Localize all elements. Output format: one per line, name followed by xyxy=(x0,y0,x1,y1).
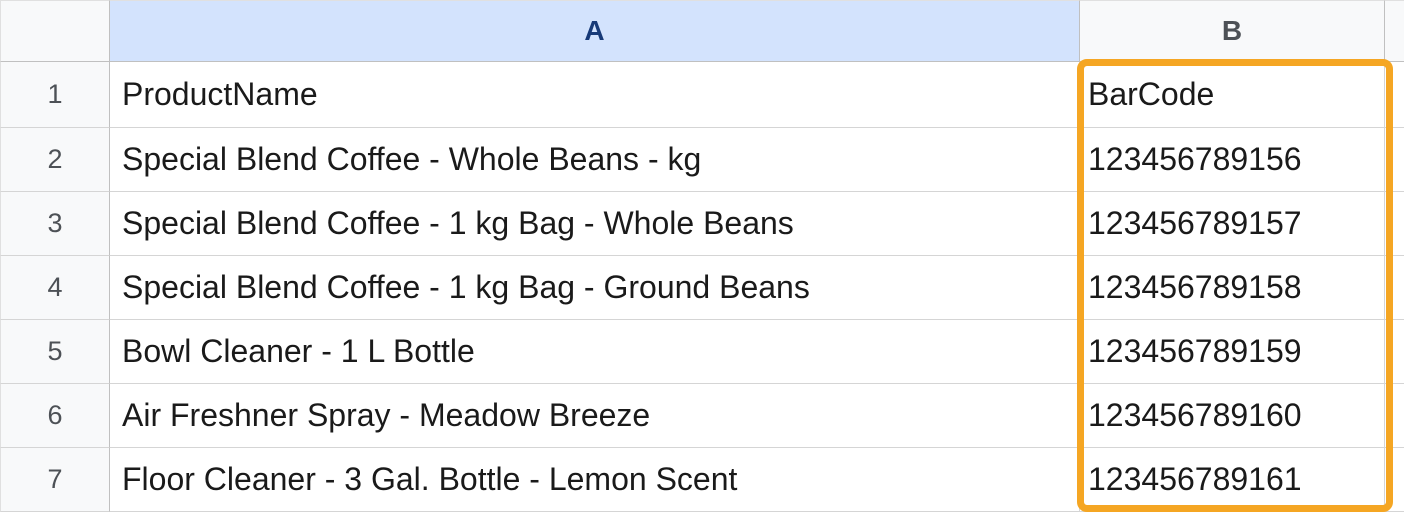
cell-a6[interactable]: Air Freshner Spray - Meadow Breeze xyxy=(110,384,1080,448)
row-header-4[interactable]: 4 xyxy=(0,256,110,320)
cell-a3[interactable]: Special Blend Coffee - 1 kg Bag - Whole … xyxy=(110,192,1080,256)
cell-b1[interactable]: BarCode xyxy=(1080,62,1385,128)
spreadsheet: A B 1 ProductName BarCode 2 Special Blen… xyxy=(0,0,1404,512)
cell-a7[interactable]: Floor Cleaner - 3 Gal. Bottle - Lemon Sc… xyxy=(110,448,1080,512)
cell-rest-4 xyxy=(1385,256,1404,320)
row-1: 1 ProductName BarCode xyxy=(0,62,1404,128)
cell-b6[interactable]: 123456789160 xyxy=(1080,384,1385,448)
row-4: 4 Special Blend Coffee - 1 kg Bag - Grou… xyxy=(0,256,1404,320)
cell-b4[interactable]: 123456789158 xyxy=(1080,256,1385,320)
column-header-rest xyxy=(1385,0,1404,62)
row-6: 6 Air Freshner Spray - Meadow Breeze 123… xyxy=(0,384,1404,448)
row-header-7[interactable]: 7 xyxy=(0,448,110,512)
column-header-b[interactable]: B xyxy=(1080,0,1385,62)
cell-b3[interactable]: 123456789157 xyxy=(1080,192,1385,256)
cell-rest-6 xyxy=(1385,384,1404,448)
cell-b5[interactable]: 123456789159 xyxy=(1080,320,1385,384)
row-header-2[interactable]: 2 xyxy=(0,128,110,192)
row-header-3[interactable]: 3 xyxy=(0,192,110,256)
row-2: 2 Special Blend Coffee - Whole Beans - k… xyxy=(0,128,1404,192)
cell-rest-7 xyxy=(1385,448,1404,512)
row-header-6[interactable]: 6 xyxy=(0,384,110,448)
cell-a1[interactable]: ProductName xyxy=(110,62,1080,128)
row-3: 3 Special Blend Coffee - 1 kg Bag - Whol… xyxy=(0,192,1404,256)
cell-rest-2 xyxy=(1385,128,1404,192)
cell-a4[interactable]: Special Blend Coffee - 1 kg Bag - Ground… xyxy=(110,256,1080,320)
corner-cell[interactable] xyxy=(0,0,110,62)
row-5: 5 Bowl Cleaner - 1 L Bottle 123456789159 xyxy=(0,320,1404,384)
row-header-1[interactable]: 1 xyxy=(0,62,110,128)
cell-b2[interactable]: 123456789156 xyxy=(1080,128,1385,192)
column-header-a[interactable]: A xyxy=(110,0,1080,62)
row-header-5[interactable]: 5 xyxy=(0,320,110,384)
cell-rest-1 xyxy=(1385,62,1404,128)
row-7: 7 Floor Cleaner - 3 Gal. Bottle - Lemon … xyxy=(0,448,1404,512)
cell-rest-3 xyxy=(1385,192,1404,256)
column-header-row: A B xyxy=(0,0,1404,62)
cell-rest-5 xyxy=(1385,320,1404,384)
cell-b7[interactable]: 123456789161 xyxy=(1080,448,1385,512)
cell-a2[interactable]: Special Blend Coffee - Whole Beans - kg xyxy=(110,128,1080,192)
cell-a5[interactable]: Bowl Cleaner - 1 L Bottle xyxy=(110,320,1080,384)
